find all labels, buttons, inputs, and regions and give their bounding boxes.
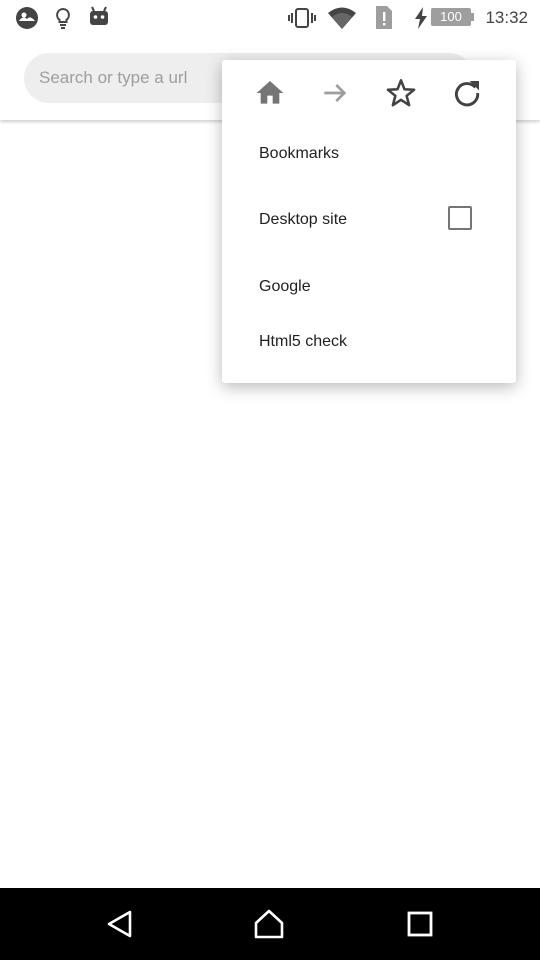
android-icon xyxy=(90,6,108,25)
menu-item-bookmarks[interactable]: Bookmarks xyxy=(259,145,339,163)
home-nav-icon[interactable] xyxy=(253,908,285,940)
status-bar: 100 13:32 xyxy=(0,0,540,36)
back-icon[interactable] xyxy=(104,908,136,940)
charging-icon xyxy=(415,7,427,29)
menu-item-desktop-site[interactable]: Desktop site xyxy=(259,211,347,229)
status-time: 13:32 xyxy=(485,8,528,27)
home-icon[interactable] xyxy=(254,77,286,109)
vibrate-icon xyxy=(288,8,316,28)
menu-item-html5-check[interactable]: Html5 check xyxy=(259,333,347,351)
menu-icon-row xyxy=(222,60,516,126)
lightbulb-icon xyxy=(56,7,70,29)
sim-alert-icon xyxy=(376,6,392,29)
battery-level: 100 xyxy=(440,9,462,24)
desktop-site-checkbox[interactable] xyxy=(448,206,472,230)
recents-icon[interactable] xyxy=(404,908,436,940)
forward-icon[interactable] xyxy=(319,77,351,109)
refresh-icon[interactable] xyxy=(451,77,483,109)
weather-icon xyxy=(16,7,38,29)
menu-item-google[interactable]: Google xyxy=(259,278,311,296)
navigation-bar xyxy=(0,888,540,960)
overflow-menu: Bookmarks Desktop site Google Html5 chec… xyxy=(222,60,516,383)
battery-icon: 100 xyxy=(431,8,474,26)
wifi-icon xyxy=(328,7,356,29)
star-icon[interactable] xyxy=(385,77,417,109)
